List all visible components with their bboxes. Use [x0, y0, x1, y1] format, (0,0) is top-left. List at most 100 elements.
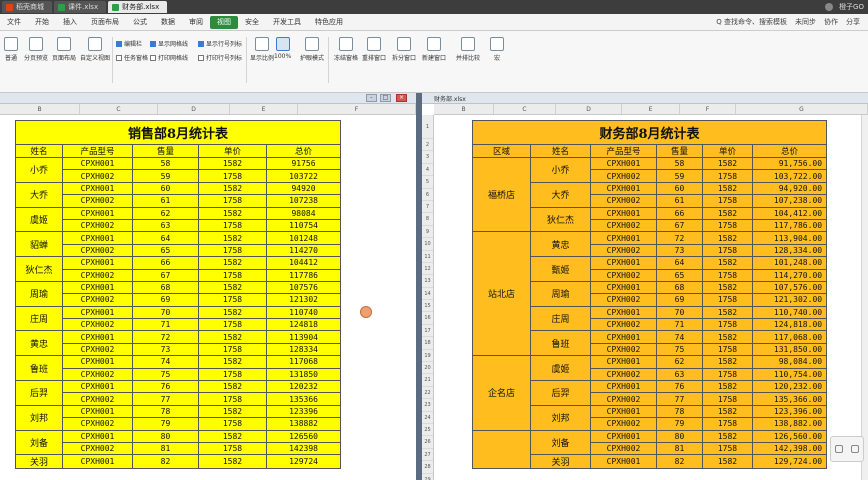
col-header[interactable]: G [736, 104, 868, 114]
data-cell[interactable]: 128,334.00 [751, 243, 828, 258]
row-header[interactable]: 16 [422, 312, 433, 325]
data-cell[interactable]: CPXH001 [590, 206, 657, 220]
menu-formula[interactable]: 公式 [126, 16, 154, 29]
data-cell[interactable]: 63 [132, 218, 199, 233]
data-cell[interactable]: 1758 [702, 218, 753, 233]
data-cell[interactable]: 120,232.00 [751, 380, 828, 394]
data-cell[interactable]: 58 [656, 156, 703, 171]
data-cell[interactable]: 61 [132, 194, 199, 208]
data-cell[interactable]: 77 [132, 392, 199, 406]
data-cell[interactable]: 131850 [265, 367, 342, 382]
data-cell[interactable]: 124,818.00 [751, 318, 828, 332]
data-cell[interactable]: 69 [656, 293, 703, 307]
col-header[interactable]: F [680, 104, 736, 114]
header-cell[interactable]: 单价 [702, 144, 753, 158]
data-cell[interactable]: 117,786.00 [751, 218, 828, 233]
col-header[interactable]: F [298, 104, 416, 114]
data-cell[interactable]: 1582 [702, 280, 753, 295]
data-cell[interactable]: 114270 [265, 243, 342, 258]
menu-review[interactable]: 审阅 [182, 16, 210, 29]
data-cell[interactable]: CPXH001 [62, 156, 133, 171]
data-cell[interactable]: CPXH002 [590, 243, 657, 258]
data-cell[interactable]: 110740 [265, 305, 342, 320]
page-layout-button[interactable]: 页面布局 [52, 37, 76, 62]
data-cell[interactable]: CPXH001 [62, 355, 133, 369]
data-cell[interactable]: CPXH001 [590, 305, 657, 320]
data-cell[interactable]: CPXH002 [62, 342, 133, 357]
person-cell[interactable]: 鲁班 [15, 355, 63, 382]
data-cell[interactable]: 81 [656, 441, 703, 456]
person-cell[interactable]: 黄忠 [15, 330, 63, 357]
data-cell[interactable]: CPXH001 [590, 181, 657, 196]
data-cell[interactable]: CPXH002 [62, 169, 133, 183]
data-cell[interactable]: CPXH001 [590, 330, 657, 344]
data-cell[interactable]: CPXH002 [590, 417, 657, 431]
data-cell[interactable]: 1758 [198, 392, 267, 406]
data-cell[interactable]: CPXH001 [590, 355, 657, 369]
data-cell[interactable]: 61 [656, 194, 703, 208]
data-cell[interactable]: 82 [132, 454, 199, 470]
data-cell[interactable]: 1758 [702, 441, 753, 456]
data-cell[interactable]: 121,302.00 [751, 293, 828, 307]
data-cell[interactable]: CPXH001 [62, 429, 133, 444]
row-header[interactable]: 6 [422, 189, 433, 201]
more-icon[interactable] [851, 445, 859, 453]
data-cell[interactable]: 1758 [198, 318, 267, 332]
data-cell[interactable]: CPXH001 [590, 280, 657, 295]
data-cell[interactable]: CPXH001 [62, 305, 133, 320]
person-cell[interactable]: 小乔 [530, 157, 591, 183]
data-cell[interactable]: 1582 [702, 330, 753, 344]
data-cell[interactable]: 1582 [198, 454, 267, 470]
split-window-button[interactable]: 拆分窗口 [392, 37, 416, 62]
data-cell[interactable]: 114,270.00 [751, 268, 828, 282]
page-break-preview-button[interactable]: 分页预览 [24, 37, 48, 62]
person-cell[interactable]: 大乔 [530, 181, 591, 208]
data-cell[interactable]: 60 [656, 181, 703, 196]
row-header[interactable]: 9 [422, 226, 433, 239]
person-cell[interactable]: 周瑜 [15, 280, 63, 307]
data-cell[interactable]: 1582 [702, 206, 753, 220]
data-cell[interactable]: CPXH001 [62, 181, 133, 196]
data-cell[interactable]: 68 [132, 280, 199, 295]
col-header[interactable]: D [158, 104, 230, 114]
person-cell[interactable]: 狄仁杰 [530, 206, 591, 233]
data-cell[interactable]: 107,576.00 [751, 280, 828, 295]
data-cell[interactable]: CPXH002 [62, 417, 133, 431]
person-cell[interactable]: 庄周 [15, 305, 63, 332]
data-cell[interactable]: 98084 [265, 206, 342, 220]
row-header[interactable]: 15 [422, 300, 433, 313]
region-cell[interactable] [472, 429, 531, 470]
data-cell[interactable]: CPXH001 [62, 454, 133, 470]
data-cell[interactable]: 131,850.00 [751, 342, 828, 357]
data-cell[interactable]: 123,396.00 [751, 404, 828, 419]
arrange-windows-button[interactable]: 重排窗口 [362, 37, 386, 62]
data-cell[interactable]: 71 [132, 318, 199, 332]
header-cell[interactable]: 产品型号 [62, 144, 133, 158]
data-cell[interactable]: 129,724.00 [751, 454, 828, 470]
row-header[interactable]: 18 [422, 337, 433, 350]
header-cell[interactable]: 售量 [132, 144, 199, 158]
data-cell[interactable]: CPXH001 [62, 404, 133, 419]
col-header[interactable]: C [494, 104, 556, 114]
check-headings[interactable]: 显示行号列标 [198, 39, 242, 48]
data-cell[interactable]: 1582 [198, 156, 267, 171]
data-cell[interactable]: 75 [656, 342, 703, 357]
collab-button[interactable]: 协作 [824, 17, 838, 27]
data-cell[interactable]: 103722 [265, 169, 342, 183]
person-cell[interactable]: 刘备 [530, 429, 591, 456]
data-cell[interactable]: 76 [132, 380, 199, 394]
side-by-side-button[interactable]: 并排比较 [456, 37, 480, 62]
data-cell[interactable]: 71 [656, 318, 703, 332]
row-header[interactable]: 28 [422, 461, 433, 474]
data-cell[interactable]: 72 [132, 330, 199, 344]
tab-home[interactable]: 稻壳商城 [2, 1, 52, 13]
row-header[interactable]: 14 [422, 288, 433, 301]
data-cell[interactable]: CPXH002 [62, 293, 133, 307]
person-cell[interactable]: 后羿 [15, 380, 63, 406]
row-header[interactable]: 19 [422, 350, 433, 363]
data-cell[interactable]: 1582 [198, 305, 267, 320]
data-cell[interactable]: CPXH001 [62, 280, 133, 295]
data-cell[interactable]: CPXH001 [62, 330, 133, 344]
data-cell[interactable]: 75 [132, 367, 199, 382]
data-cell[interactable]: CPXH001 [62, 256, 133, 270]
